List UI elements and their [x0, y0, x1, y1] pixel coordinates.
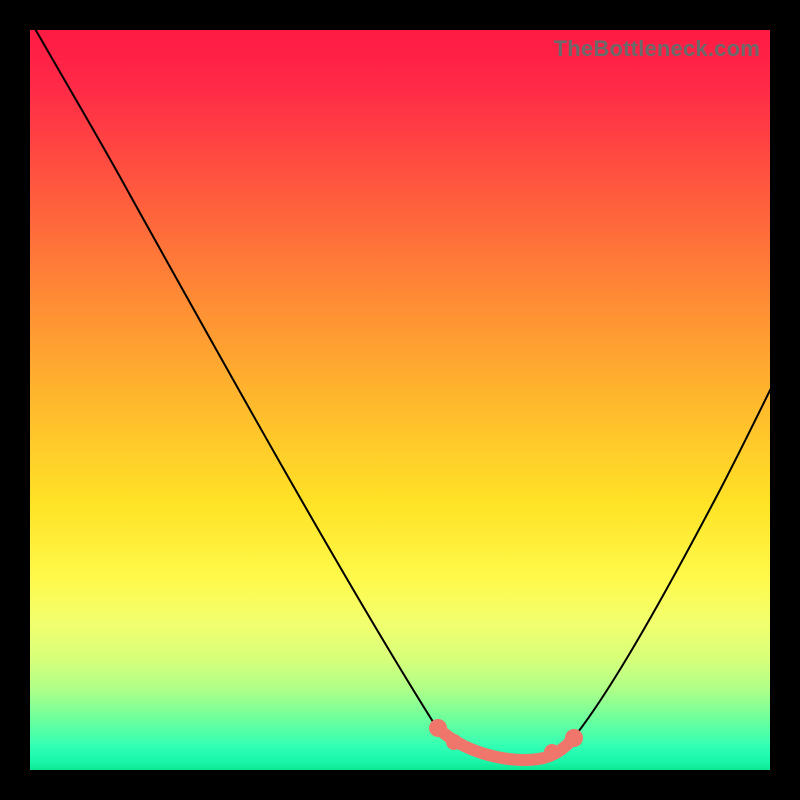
curve-left-branch — [30, 30, 435, 725]
optimal-range-dot-3 — [544, 744, 560, 760]
optimal-range-dot-2 — [446, 734, 462, 750]
bottleneck-curve — [30, 30, 770, 770]
chart-frame: TheBottleneck.com — [0, 0, 800, 800]
curve-right-branch — [575, 360, 770, 736]
optimal-range-start-dot — [429, 719, 447, 737]
optimal-range-end-dot — [565, 729, 583, 747]
plot-area: TheBottleneck.com — [30, 30, 770, 770]
